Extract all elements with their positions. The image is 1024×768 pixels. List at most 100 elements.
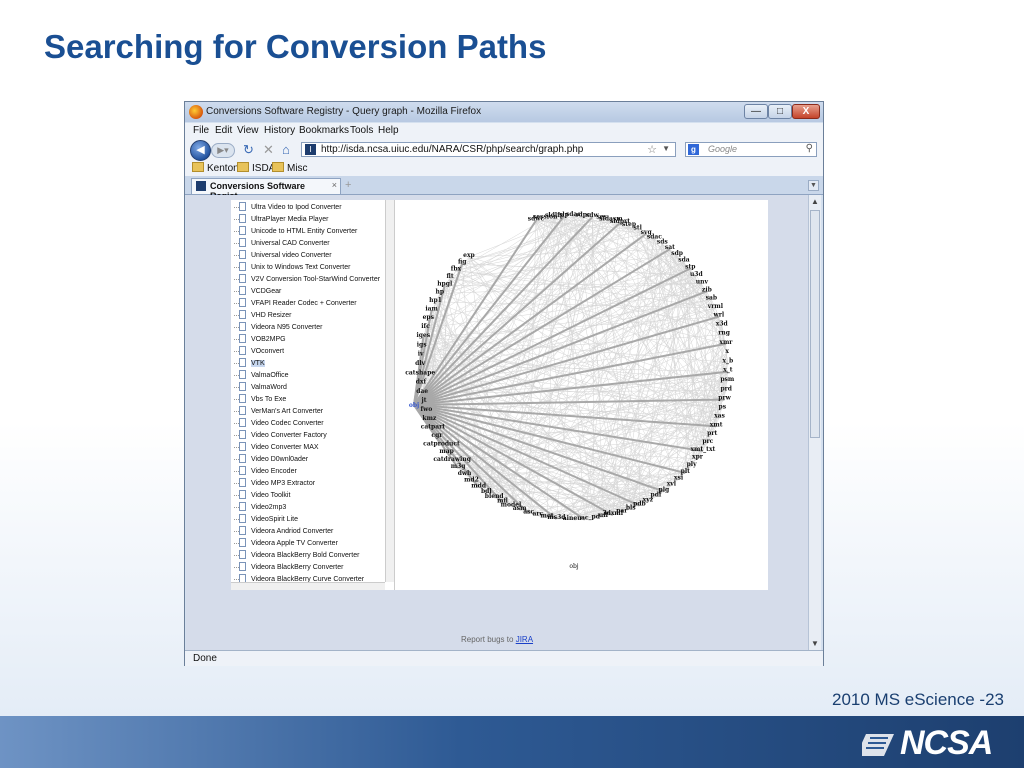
graph-node-label[interactable]: iv [418,351,424,358]
new-tab-icon[interactable]: + [345,179,351,191]
list-item[interactable]: VOB2MPG [234,334,286,346]
list-item[interactable]: VHD Resizer [234,310,291,322]
graph-node-label[interactable]: xpr [692,454,704,461]
list-item[interactable]: VOconvert [234,346,284,358]
menu-view[interactable]: View [237,125,259,136]
menu-file[interactable]: File [193,125,209,136]
graph-node-label[interactable]: mdd [471,482,487,489]
graph-node-label[interactable]: ply [687,461,697,468]
graph-node-label[interactable]: dae [416,388,428,395]
graph-node-label[interactable]: xmr [719,339,733,346]
google-icon[interactable]: g [688,144,699,155]
graph-node-label[interactable]: ps [719,404,727,411]
list-item[interactable]: UltraPlayer Media Player [234,214,328,226]
list-item[interactable]: VerMan's Art Converter [234,406,323,418]
graph-node-label[interactable]: fwo [421,406,433,413]
list-item[interactable]: VideoSpirit Lite [234,514,298,526]
list-item[interactable]: Vbs To Exe [234,394,286,406]
graph-node-label[interactable]: ifc [421,323,430,330]
list-horizontal-scrollbar[interactable] [231,582,385,590]
reload-icon[interactable]: ↻ [243,142,254,158]
maximize-button[interactable]: □ [768,104,792,119]
url-bar[interactable]: I http://isda.ncsa.uiuc.edu/NARA/CSR/php… [301,142,676,157]
graph-node-label[interactable]: stp [685,264,695,271]
page-vertical-scrollbar[interactable]: ▲ ▼ [808,195,821,650]
list-item[interactable]: Unix to Windows Text Converter [234,262,350,274]
list-item[interactable]: Videora BlackBerry Converter [234,562,343,574]
graph-node-label[interactable]: prc [702,438,713,445]
tab-list-icon[interactable]: ▼ [808,180,819,191]
graph-node-label[interactable]: x_t [723,367,733,374]
stop-icon[interactable]: ✕ [263,142,274,158]
graph-node-label[interactable]: xmt_txt [690,446,715,453]
list-item[interactable]: Video Encoder [234,466,297,478]
graph-node-label[interactable]: catproduct [423,440,460,447]
graph-node-label[interactable]: ac [581,515,589,522]
graph-node-label[interactable]: u3d [690,271,704,278]
graph-node-label[interactable]: catshape [405,369,435,376]
graph-node-label[interactable]: fig [458,259,467,266]
graph-node-label[interactable]: x3d [716,321,729,328]
graph-node-label[interactable]: catpart [421,424,446,431]
graph-node-label[interactable]: vrml [707,303,724,310]
graph-node-label[interactable]: hp [436,289,445,296]
graph-node-label[interactable]: hp1 [429,297,442,304]
list-item[interactable]: VTK [234,358,265,370]
list-item[interactable]: VFAPI Reader Codec + Converter [234,298,357,310]
list-item[interactable]: Videora BlackBerry Bold Converter [234,550,359,562]
tab-conversions[interactable]: Conversions Software Regist... × [191,178,341,201]
graph-node-label[interactable]: _pd [589,514,601,521]
scroll-down-icon[interactable]: ▼ [811,639,819,648]
close-button[interactable]: X [792,104,820,119]
software-list[interactable]: Ultra Video to Ipod Converter UltraPlayer… [231,200,395,590]
tab-close-icon[interactable]: × [332,180,337,190]
list-item[interactable]: Video Codec Converter [234,418,324,430]
graph-node-label[interactable]: flt [447,273,454,280]
graph-node-label[interactable]: neu [569,515,582,522]
graph-node-label[interactable]: eps [423,314,435,321]
minimize-button[interactable]: — [744,104,768,119]
graph-node-label[interactable]: zib [702,286,712,293]
bookmark-isda[interactable]: ISDA [237,162,275,174]
menu-edit[interactable]: Edit [215,125,232,136]
graph-node-label[interactable]: rng [718,330,731,337]
home-icon[interactable]: ⌂ [282,142,290,157]
graph-node-label[interactable]: exp [463,252,475,259]
scroll-up-icon[interactable]: ▲ [811,197,819,206]
menu-bookmarks[interactable]: Bookmarks [299,125,349,136]
list-item[interactable]: Videora Apple TV Converter [234,538,338,550]
list-item[interactable]: Video2mp3 [234,502,286,514]
list-item[interactable]: Universal CAD Converter [234,238,330,250]
scroll-thumb[interactable] [810,210,820,438]
list-item[interactable]: Videora N95 Converter [234,322,322,334]
list-item[interactable]: Video Converter Factory [234,430,327,442]
search-bar[interactable]: g Google ⚲ [685,142,817,157]
list-vertical-scrollbar[interactable] [385,200,394,582]
jira-link[interactable]: JIRA [516,635,533,644]
graph-node-label[interactable]: unv [696,278,709,285]
graph-node-label[interactable]: dlv [415,360,425,367]
list-item[interactable]: Unicode to HTML Entity Converter [234,226,357,238]
graph-node-label[interactable]: x_b [722,357,733,364]
bookmark-kenton[interactable]: Kenton [192,162,239,174]
graph-node-label[interactable]: psm [720,376,735,383]
menu-help[interactable]: Help [378,125,399,136]
list-item[interactable]: Video Converter MAX [234,442,319,454]
graph-node-label[interactable]: m3g [451,463,467,470]
graph-node-label[interactable]: wrl [713,312,725,319]
graph-node-label[interactable]: xas [714,413,725,420]
graph-node-label[interactable]: sab [706,294,717,301]
list-item[interactable]: VCDGear [234,286,281,298]
list-item[interactable]: Video MP3 Extractor [234,478,315,490]
graph-node-label[interactable]: xmt [710,421,723,428]
bookmark-misc[interactable]: Misc [272,162,308,174]
menu-tools[interactable]: Tools [350,125,373,136]
graph-node-label[interactable]: uff [599,512,609,519]
graph-node-label[interactable]: iam [425,305,438,312]
url-dropdown-icon[interactable]: ▼ [662,144,670,153]
graph-node-label[interactable]: iges [416,332,430,339]
graph-node-label[interactable]: igs [417,341,427,348]
window-titlebar[interactable]: Conversions Software Registry - Query gr… [185,102,823,122]
list-item[interactable]: Videora Andriod Converter [234,526,333,538]
list-item[interactable]: Ultra Video to Ipod Converter [234,202,342,214]
